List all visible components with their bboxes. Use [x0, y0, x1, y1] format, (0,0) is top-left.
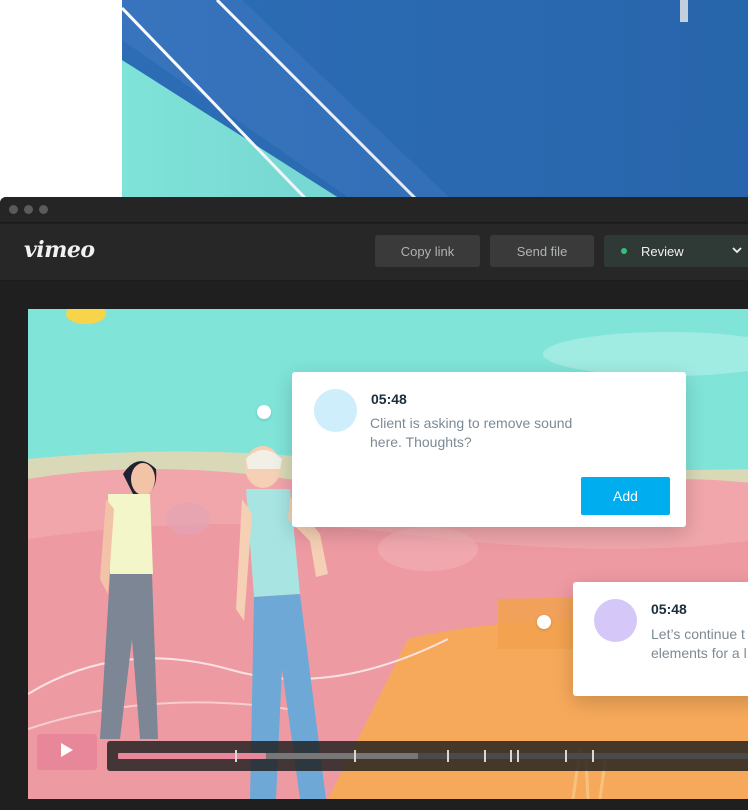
- comment-timestamp[interactable]: 05:48: [371, 391, 407, 407]
- comment-tick[interactable]: [235, 750, 237, 762]
- comment-card: 05:48 Client is asking to remove sound h…: [292, 372, 686, 527]
- avatar: [594, 599, 637, 642]
- window-dot-icon[interactable]: [9, 205, 18, 214]
- background-photo: [122, 0, 748, 200]
- comment-tick[interactable]: [565, 750, 567, 762]
- comment-tick[interactable]: [517, 750, 519, 762]
- comment-tick[interactable]: [447, 750, 449, 762]
- send-file-button[interactable]: Send file: [490, 235, 594, 267]
- play-button[interactable]: [37, 734, 97, 770]
- send-file-label: Send file: [516, 243, 568, 259]
- stage: vimeo Copy link Send file Review 05:48 C…: [0, 0, 748, 810]
- copy-link-label: Copy link: [400, 243, 455, 259]
- add-button-label: Add: [613, 488, 638, 504]
- review-label: Review: [641, 243, 684, 259]
- title-bar: [0, 197, 748, 223]
- window-dot-icon[interactable]: [39, 205, 48, 214]
- vimeo-logo: vimeo: [24, 237, 95, 263]
- progress-bar[interactable]: [107, 741, 748, 771]
- comment-tick[interactable]: [484, 750, 486, 762]
- toolbar: vimeo Copy link Send file Review: [0, 224, 748, 281]
- comment-text-line: elements for a l: [651, 645, 747, 661]
- chevron-down-icon: [732, 243, 742, 260]
- copy-link-button[interactable]: Copy link: [375, 235, 480, 267]
- comment-tick[interactable]: [354, 750, 356, 762]
- play-icon: [60, 742, 74, 763]
- comment-marker[interactable]: [537, 615, 551, 629]
- review-dropdown[interactable]: Review: [604, 235, 748, 267]
- avatar: [314, 389, 357, 432]
- comment-tick[interactable]: [592, 750, 594, 762]
- comment-text-line: Let’s continue t: [651, 626, 745, 642]
- comment-timestamp[interactable]: 05:48: [651, 601, 687, 617]
- comment-text-line: Client is asking to remove sound: [370, 415, 573, 431]
- comment-card: 05:48 Let’s continue t elements for a l: [573, 582, 748, 696]
- comment-text-line: here. Thoughts?: [370, 434, 472, 450]
- comment-tick[interactable]: [510, 750, 512, 762]
- comment-marker[interactable]: [257, 405, 271, 419]
- add-button[interactable]: Add: [581, 477, 670, 515]
- window-dot-icon[interactable]: [24, 205, 33, 214]
- status-dot-icon: [621, 248, 627, 254]
- progress-played[interactable]: [118, 753, 266, 759]
